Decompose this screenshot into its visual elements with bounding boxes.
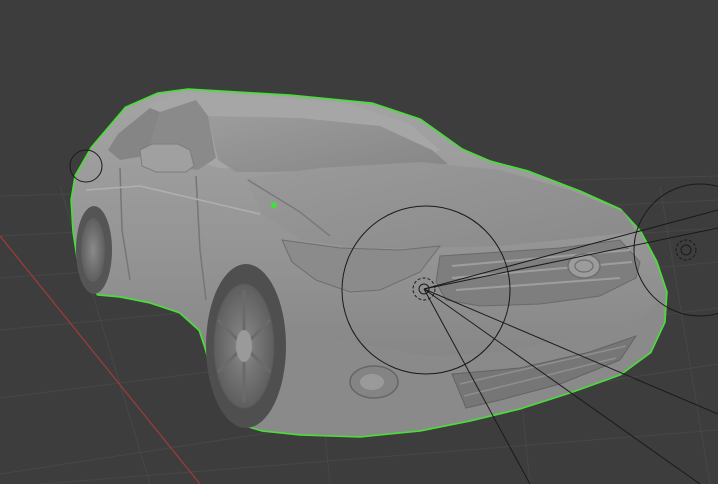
3d-viewport[interactable] <box>0 0 718 484</box>
rear-rim <box>81 218 105 282</box>
car-hood <box>246 162 636 248</box>
fog-light-lens <box>360 374 384 390</box>
toyota-badge-icon <box>567 253 601 279</box>
origin-dot-icon[interactable] <box>271 202 277 208</box>
front-wheel-hub <box>236 330 252 362</box>
car-model[interactable] <box>70 88 668 438</box>
viewport-canvas[interactable] <box>0 0 718 484</box>
side-mirror <box>139 143 195 173</box>
